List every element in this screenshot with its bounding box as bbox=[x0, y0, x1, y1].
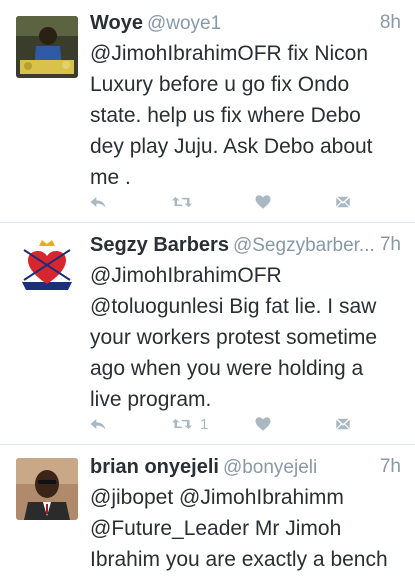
dm-icon bbox=[334, 415, 352, 433]
tweet-time[interactable]: 7h bbox=[380, 456, 401, 478]
avatar[interactable] bbox=[16, 458, 78, 520]
like-icon bbox=[254, 415, 272, 433]
dm-icon bbox=[334, 193, 352, 211]
retweet-button[interactable]: 1 bbox=[170, 412, 208, 436]
tweet-actions: 1 bbox=[88, 412, 368, 436]
tweet-text: @JimohIbrahimOFR @toluogunlesi Big fat l… bbox=[90, 264, 378, 411]
reply-icon bbox=[88, 192, 108, 212]
author-name[interactable]: Woye bbox=[90, 12, 143, 34]
tweet-card[interactable]: Woye @woye1 8h @JimohIbrahimOFR fix Nicon… bbox=[0, 0, 415, 223]
tweet-card[interactable]: brian onyejeli @bonyejeli 7h @jibopet @Ji… bbox=[0, 444, 415, 585]
reply-button[interactable] bbox=[88, 190, 108, 214]
tweet-card[interactable]: Segzy Barbers @Segzybarber... 7h @JimohIb… bbox=[0, 222, 415, 445]
dm-button[interactable] bbox=[334, 190, 352, 214]
tweet-header: brian onyejeli @bonyejeli 7h bbox=[90, 456, 401, 480]
author-handle[interactable]: @woye1 bbox=[147, 13, 221, 34]
like-icon bbox=[254, 193, 272, 211]
retweet-button[interactable] bbox=[170, 190, 200, 214]
reply-button[interactable] bbox=[88, 412, 108, 436]
tweet-text: @jibopet @JimohIbrahimm @Future_Leader M… bbox=[90, 486, 388, 571]
retweet-icon bbox=[170, 414, 194, 434]
avatar-photo bbox=[16, 16, 78, 78]
like-button[interactable] bbox=[254, 412, 272, 436]
retweet-icon bbox=[170, 192, 194, 212]
tweet-time[interactable]: 8h bbox=[380, 12, 401, 34]
avatar[interactable] bbox=[16, 16, 78, 78]
avatar-photo bbox=[16, 458, 78, 520]
reply-icon bbox=[88, 414, 108, 434]
dm-button[interactable] bbox=[334, 412, 352, 436]
tweet-header: Woye @woye1 8h bbox=[90, 12, 401, 36]
author-name[interactable]: brian onyejeli bbox=[90, 456, 219, 478]
like-button[interactable] bbox=[254, 190, 272, 214]
tweet-text: @JimohIbrahimOFR fix Nicon Luxury before… bbox=[90, 42, 373, 189]
segzy-barbers-logo bbox=[16, 236, 78, 298]
tweet-time[interactable]: 7h bbox=[380, 234, 401, 256]
author-handle[interactable]: @Segzybarber... bbox=[233, 235, 375, 256]
author-name[interactable]: Segzy Barbers bbox=[90, 234, 229, 256]
retweet-count: 1 bbox=[200, 415, 209, 433]
avatar[interactable] bbox=[16, 236, 78, 298]
tweet-actions bbox=[88, 190, 368, 214]
author-handle[interactable]: @bonyejeli bbox=[223, 457, 317, 478]
tweet-header: Segzy Barbers @Segzybarber... 7h bbox=[90, 234, 401, 258]
